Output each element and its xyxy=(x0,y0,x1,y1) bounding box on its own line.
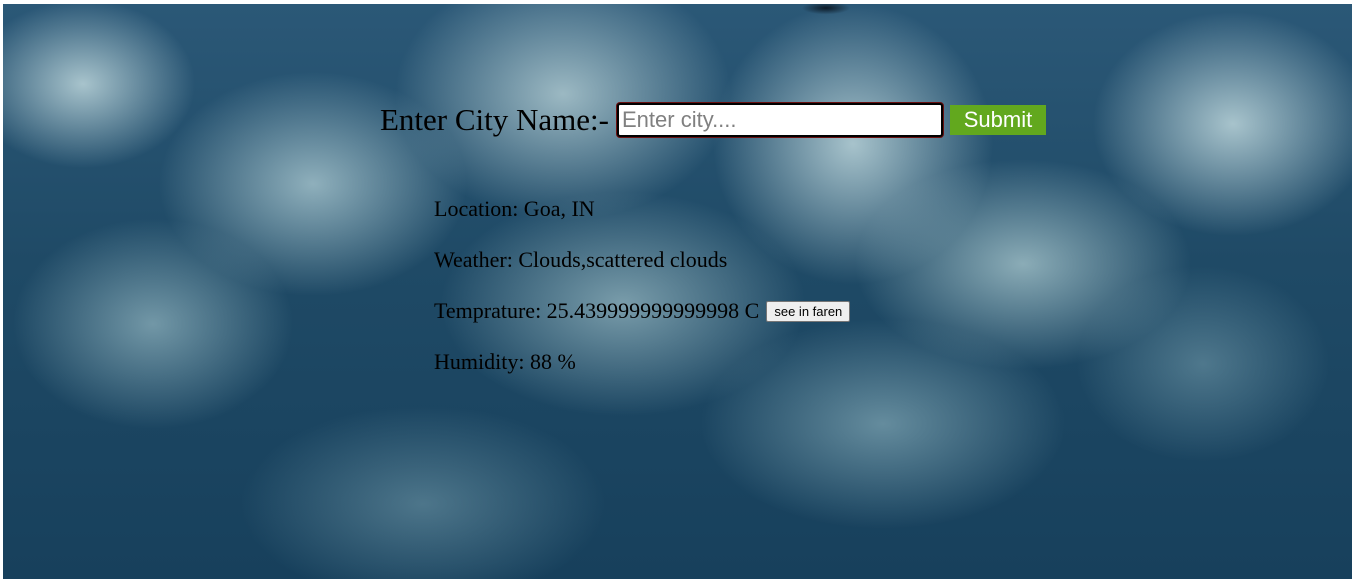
temperature-line: Temprature: 25.439999999999998 C see in … xyxy=(434,298,851,324)
humidity-text: Humidity: 88 % xyxy=(434,349,576,374)
location-line: Location: Goa, IN xyxy=(434,196,850,222)
city-label: Enter City Name:- xyxy=(380,102,609,137)
location-text: Location: Goa, IN xyxy=(434,196,595,221)
temperature-text: Temprature: 25.439999999999998 C xyxy=(434,298,760,323)
cloud-background: Enter City Name:- Submit Location: Goa, … xyxy=(3,4,1352,579)
submit-button[interactable]: Submit xyxy=(950,105,1046,135)
weather-line: Weather: Clouds,scattered clouds xyxy=(434,247,850,273)
humidity-line: Humidity: 88 % xyxy=(434,349,850,375)
city-search-form: Enter City Name:- Submit xyxy=(380,102,1046,138)
background-speck xyxy=(796,4,856,20)
weather-results: Location: Goa, IN Weather: Clouds,scatte… xyxy=(434,196,851,400)
city-input[interactable] xyxy=(617,103,943,137)
weather-text: Weather: Clouds,scattered clouds xyxy=(434,247,728,272)
see-in-faren-button[interactable]: see in faren xyxy=(766,300,851,322)
